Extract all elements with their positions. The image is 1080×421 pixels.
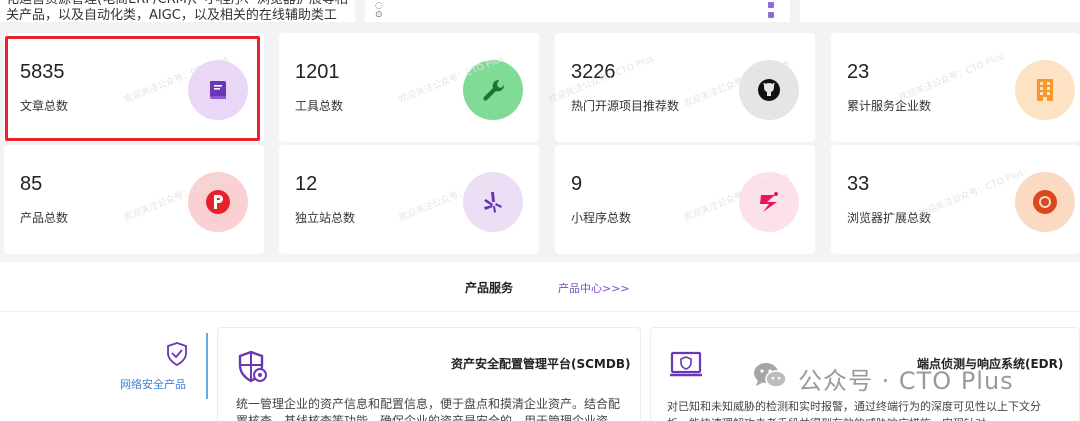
stat-card-miniprograms[interactable]: 9 小程序总数: [555, 145, 815, 254]
wechat-watermark: 公众号 · CTO Plus: [752, 360, 1014, 396]
top-right-card: [800, 0, 1080, 22]
stat-label: 文章总数: [20, 99, 69, 113]
purple-square-icon: [768, 12, 774, 18]
stat-label: 热门开源项目推荐数: [571, 99, 680, 113]
stat-card-enterprises[interactable]: 23 累计服务企业数: [831, 33, 1080, 142]
stat-label: 小程序总数: [571, 211, 632, 225]
stat-value: 12: [295, 173, 318, 195]
section-title: 产品服务: [465, 281, 514, 295]
chrome-icon: [1015, 172, 1075, 232]
building-icon: [1015, 60, 1075, 120]
side-nav-item-network-security[interactable]: 网络安全产品: [120, 376, 186, 392]
stat-label: 工具总数: [295, 99, 344, 113]
stat-value: 1201: [295, 61, 340, 83]
stat-value: 23: [847, 61, 870, 83]
shield-gear-icon: [236, 350, 270, 390]
product-description: 对已知和未知威胁的检测和实时报警，通过终端行为的深度可见性以上下文分析，能快速理…: [667, 400, 1041, 421]
tiny-icons: ◌ ⊙: [375, 1, 383, 20]
stat-value: 9: [571, 173, 583, 195]
wechat-account-label: 公众号 · CTO Plus: [798, 366, 1014, 395]
side-nav-next-icon: [165, 414, 189, 421]
purple-square-icon: [768, 2, 774, 8]
stat-label: 产品总数: [20, 211, 69, 225]
side-nav-active-bar: [206, 333, 208, 399]
product-description: 统一管理企业的资产信息和配置信息，便于盘点和摸清企业资产。结合配置核查，基线核查…: [236, 397, 621, 421]
intro-text-line-2: 关产品，以及自动化类，AIGC，以及相关的在线辅助类工: [6, 8, 337, 22]
stat-value: 85: [20, 173, 43, 195]
monitor-shield-icon: [669, 350, 703, 384]
stat-label: 独立站总数: [295, 211, 356, 225]
stat-value: 33: [847, 173, 870, 195]
intro-card: 化运营资源管理(电商ERP/CRM)、小程序、浏览器扩展等相 关产品，以及自动化…: [0, 0, 355, 22]
product-card-scmdb[interactable]: 资产安全配置管理平台(SCMDB) 统一管理企业的资产信息和配置信息，便于盘点和…: [217, 327, 641, 421]
product-center-link[interactable]: 产品中心>>>: [558, 280, 630, 296]
stat-card-sites[interactable]: 12 独立站总数: [279, 145, 539, 254]
shield-check-icon: [165, 341, 189, 371]
stat-value: 5835: [20, 61, 65, 83]
intro-text-line-1: 化运营资源管理(电商ERP/CRM)、小程序、浏览器扩展等相: [6, 0, 348, 8]
divider: [0, 311, 1080, 312]
product-title: 资产安全配置管理平台(SCMDB): [451, 357, 631, 371]
stat-card-products[interactable]: 85 产品总数: [4, 145, 264, 254]
stat-label: 累计服务企业数: [847, 99, 932, 113]
wechat-icon: [752, 360, 788, 396]
top-middle-card: ◌ ⊙: [365, 0, 790, 22]
